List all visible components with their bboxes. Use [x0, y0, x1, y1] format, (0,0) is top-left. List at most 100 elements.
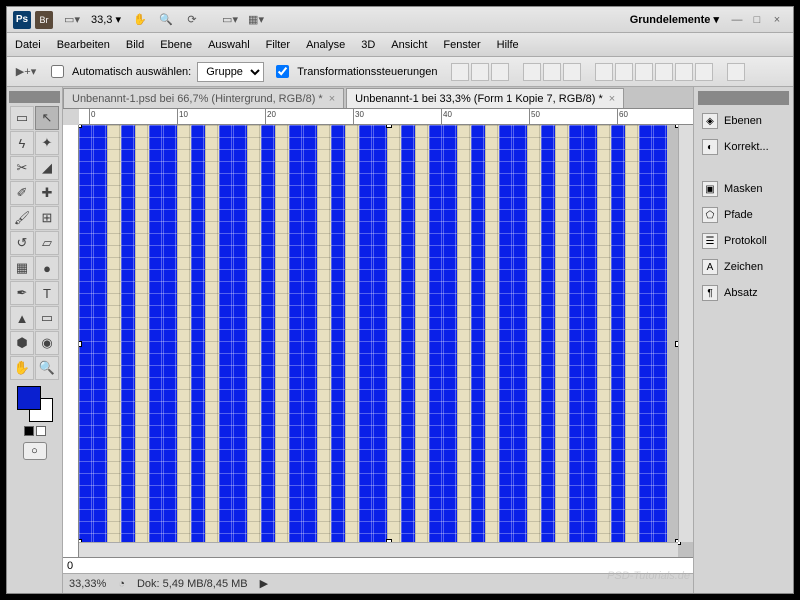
- tab-label: Unbenannt-1 bei 33,3% (Form 1 Kopie 7, R…: [355, 93, 603, 105]
- zoom-tool-icon[interactable]: 🔍: [156, 10, 176, 30]
- panel-dock-header[interactable]: [698, 91, 789, 105]
- toolbox-header[interactable]: [9, 91, 60, 103]
- menu-bild[interactable]: Bild: [126, 39, 144, 51]
- close-button[interactable]: ×: [769, 12, 785, 28]
- horizontal-scrollbar[interactable]: [79, 542, 678, 557]
- maximize-button[interactable]: □: [749, 12, 765, 28]
- view-dropdown-icon[interactable]: ▭▾: [62, 10, 82, 30]
- menu-3d[interactable]: 3D: [361, 39, 375, 51]
- tab-doc-2[interactable]: Unbenannt-1 bei 33,3% (Form 1 Kopie 7, R…: [346, 88, 624, 108]
- menu-hilfe[interactable]: Hilfe: [497, 39, 519, 51]
- photoshop-logo-icon: Ps: [13, 11, 31, 29]
- menu-ebene[interactable]: Ebene: [160, 39, 192, 51]
- healing-tool[interactable]: ✚: [35, 181, 59, 205]
- rotate-view-icon[interactable]: ⟳: [182, 10, 202, 30]
- menu-filter[interactable]: Filter: [266, 39, 290, 51]
- panel-korrekturen[interactable]: ◐Korrekt...: [698, 135, 789, 159]
- panel-absatz[interactable]: ¶Absatz: [698, 281, 789, 305]
- status-doc-size[interactable]: Dok: 5,49 MB/8,45 MB: [137, 578, 248, 590]
- align-btn[interactable]: [471, 63, 489, 81]
- align-btn[interactable]: [543, 63, 561, 81]
- app-window: Ps Br ▭▾ 33,3 ▾ ✋ 🔍 ⟳ ▭▾ ▦▾ Grundelement…: [6, 6, 794, 594]
- vertical-scrollbar[interactable]: [678, 125, 693, 542]
- transform-controls-checkbox[interactable]: [276, 65, 289, 78]
- menu-auswahl[interactable]: Auswahl: [208, 39, 250, 51]
- transform-handle[interactable]: [79, 125, 82, 128]
- zoom-value[interactable]: 33,3 ▾: [91, 13, 121, 26]
- crop-tool[interactable]: ✂: [10, 156, 34, 180]
- tab-doc-1[interactable]: Unbenannt-1.psd bei 66,7% (Hintergrund, …: [63, 88, 344, 108]
- vertical-ruler[interactable]: [63, 125, 79, 557]
- marquee-tool[interactable]: ▭: [10, 106, 34, 130]
- workspace-switcher[interactable]: Grundelemente ▾: [630, 13, 719, 26]
- move-tool[interactable]: ↖: [35, 106, 59, 130]
- dist-btn[interactable]: [655, 63, 673, 81]
- panel-masken[interactable]: ▣Masken: [698, 177, 789, 201]
- arrange-docs-icon[interactable]: ▦▾: [246, 10, 266, 30]
- zoom-tool[interactable]: 🔍: [35, 356, 59, 380]
- align-group-1: [451, 63, 509, 81]
- gradient-tool[interactable]: ▦: [10, 256, 34, 280]
- 3d-tool[interactable]: ⬢: [10, 331, 34, 355]
- quick-select-tool[interactable]: ✦: [35, 131, 59, 155]
- eraser-tool[interactable]: ▱: [35, 231, 59, 255]
- transform-handle[interactable]: [386, 125, 392, 128]
- menu-bearbeiten[interactable]: Bearbeiten: [57, 39, 110, 51]
- path-select-tool[interactable]: ▲: [10, 306, 34, 330]
- horizontal-ruler[interactable]: 0102030405060: [79, 109, 693, 125]
- 3d-camera-tool[interactable]: ◉: [35, 331, 59, 355]
- panel-protokoll[interactable]: ☰Protokoll: [698, 229, 789, 253]
- hand-tool[interactable]: ✋: [10, 356, 34, 380]
- auto-select-label: Automatisch auswählen:: [72, 66, 191, 78]
- stamp-tool[interactable]: ⊞: [35, 206, 59, 230]
- document-viewport[interactable]: [79, 125, 693, 557]
- dist-btn[interactable]: [635, 63, 653, 81]
- bridge-icon[interactable]: Br: [35, 11, 53, 29]
- tab-close-icon[interactable]: ×: [609, 93, 615, 105]
- brush-tool[interactable]: 🖌: [10, 206, 34, 230]
- screen-mode-icon[interactable]: ▭▾: [220, 10, 240, 30]
- lasso-tool[interactable]: ϟ: [10, 131, 34, 155]
- menu-analyse[interactable]: Analyse: [306, 39, 345, 51]
- slice-tool[interactable]: ◢: [35, 156, 59, 180]
- panel-pfade[interactable]: ⬠Pfade: [698, 203, 789, 227]
- dist-btn[interactable]: [675, 63, 693, 81]
- default-colors-icon[interactable]: [24, 426, 34, 436]
- pen-tool[interactable]: ✒: [10, 281, 34, 305]
- dist-btn[interactable]: [595, 63, 613, 81]
- tab-close-icon[interactable]: ×: [329, 93, 335, 105]
- shape-tool[interactable]: ▭: [35, 306, 59, 330]
- move-tool-indicator-icon[interactable]: ▶+ ▾: [16, 62, 36, 82]
- panel-ebenen[interactable]: ◈Ebenen: [698, 109, 789, 133]
- minimize-button[interactable]: —: [729, 12, 745, 28]
- type-tool[interactable]: T: [35, 281, 59, 305]
- align-btn[interactable]: [523, 63, 541, 81]
- document-canvas[interactable]: [79, 125, 678, 542]
- menu-ansicht[interactable]: Ansicht: [391, 39, 427, 51]
- align-btn[interactable]: [563, 63, 581, 81]
- hand-tool-icon[interactable]: ✋: [130, 10, 150, 30]
- align-btn[interactable]: [491, 63, 509, 81]
- dist-btn[interactable]: [695, 63, 713, 81]
- menu-datei[interactable]: Datei: [15, 39, 41, 51]
- dist-btn[interactable]: [615, 63, 633, 81]
- auto-select-checkbox[interactable]: [51, 65, 64, 78]
- history-brush-tool[interactable]: ↺: [10, 231, 34, 255]
- status-arrow-icon[interactable]: ▶: [260, 577, 268, 590]
- auto-align-btn[interactable]: [727, 63, 745, 81]
- toolbox: ▭ ↖ ϟ ✦ ✂ ◢ ✐ ✚ 🖌 ⊞ ↺ ▱ ▦ ● ✒ T ▲ ▭ ⬢ ◉: [7, 87, 63, 593]
- transform-handle[interactable]: [79, 341, 82, 347]
- workarea: ▭ ↖ ϟ ✦ ✂ ◢ ✐ ✚ 🖌 ⊞ ↺ ▱ ▦ ● ✒ T ▲ ▭ ⬢ ◉: [7, 87, 793, 593]
- menu-fenster[interactable]: Fenster: [443, 39, 480, 51]
- color-swatch: [17, 386, 53, 422]
- align-btn[interactable]: [451, 63, 469, 81]
- status-zoom[interactable]: 33,33%: [69, 578, 106, 590]
- blur-tool[interactable]: ●: [35, 256, 59, 280]
- foreground-color[interactable]: [17, 386, 41, 410]
- panel-zeichen[interactable]: AZeichen: [698, 255, 789, 279]
- eyedropper-tool[interactable]: ✐: [10, 181, 34, 205]
- swap-colors-icon[interactable]: [36, 426, 46, 436]
- status-scratch-icon: ◔: [118, 578, 125, 590]
- auto-select-dropdown[interactable]: Gruppe: [197, 62, 264, 82]
- quick-mask-button[interactable]: ○: [23, 442, 47, 460]
